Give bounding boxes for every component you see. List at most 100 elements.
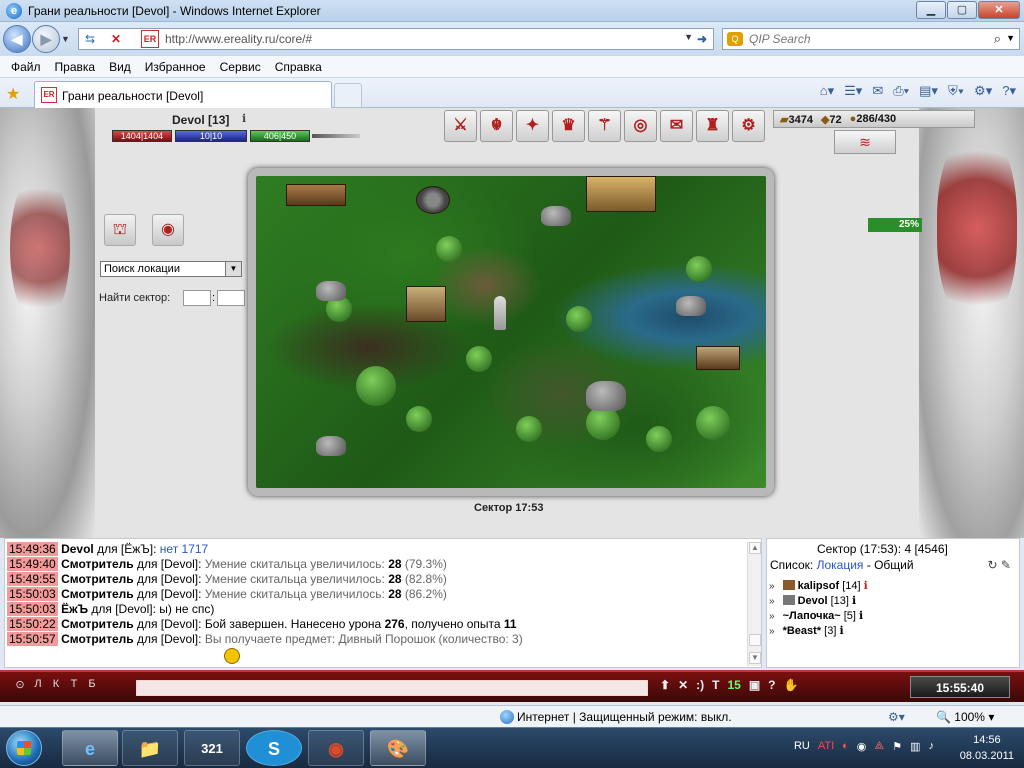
url-text[interactable]: http://www.ereality.ru/core/# [165, 32, 312, 46]
chat-filter-k[interactable]: К [50, 678, 62, 691]
chat-filter-l[interactable]: Л [32, 678, 44, 691]
taskbar-ie-icon[interactable]: e [62, 730, 118, 766]
start-button[interactable] [6, 730, 42, 766]
tower-building[interactable] [406, 286, 446, 322]
new-tab-button[interactable] [334, 83, 362, 107]
taskbar-chrome-icon[interactable]: ◉ [308, 730, 364, 766]
chat-filter-t[interactable]: Т [68, 678, 80, 691]
zoom-level[interactable]: 🔍 100% ▾ [936, 710, 994, 724]
refresh-icon[interactable]: ↻ ✎ [988, 558, 1011, 572]
menu-icon-8[interactable]: ♜ [696, 110, 729, 142]
history-dropdown-icon[interactable]: ▼ [61, 34, 70, 44]
tray-ati-icon[interactable]: ATI [818, 740, 834, 753]
language-indicator[interactable]: RU [794, 740, 810, 753]
smiley-button[interactable]: :) [696, 678, 704, 692]
hand-button[interactable]: ✋ [784, 678, 799, 692]
tray-adobe-icon[interactable]: ⟁ [874, 740, 884, 753]
chat-input[interactable] [136, 680, 648, 696]
menu-icon-3[interactable]: ✦ [516, 110, 549, 142]
system-clock[interactable]: 14:56 08.03.2011 [960, 732, 1014, 764]
tab-active[interactable]: ER Грани реальности [Devol] [34, 81, 332, 108]
clear-button[interactable]: ✕ [678, 678, 688, 692]
menu-icon-7[interactable]: ✉ [660, 110, 693, 142]
menu-edit[interactable]: Правка [48, 56, 103, 77]
red-menu-icon[interactable]: ≋ [834, 130, 896, 154]
menu-icon-6[interactable]: ◎ [624, 110, 657, 142]
menu-favorites[interactable]: Избранное [138, 56, 213, 77]
rss-icon[interactable]: ☰▾ [844, 83, 862, 99]
security-icon[interactable]: ⚙▾ [888, 710, 905, 724]
scroll-up-button[interactable]: ⬆ [660, 678, 670, 692]
sector-y-input[interactable] [217, 290, 245, 306]
player-character[interactable] [494, 296, 506, 330]
address-bar[interactable]: ⇆ ✕ ER http://www.ereality.ru/core/# ▼ ➜ [78, 28, 714, 50]
character-name[interactable]: Devol [13] [172, 113, 229, 127]
map-button-icon[interactable]: ⛫ [104, 214, 136, 246]
scroll-thumb[interactable] [749, 634, 761, 646]
home-icon[interactable]: ⌂▾ [820, 83, 834, 99]
search-icon[interactable]: ⌕ [994, 31, 1001, 47]
scroll-up-icon[interactable]: ▲ [749, 542, 761, 554]
taskbar-skype-icon[interactable]: S [246, 730, 302, 766]
search-placeholder[interactable]: QIP Search [749, 32, 811, 46]
player-row[interactable]: » *Beast* [3] ℹ [769, 624, 844, 639]
menu-help[interactable]: Справка [268, 56, 329, 77]
taskbar-paint-icon[interactable]: 🎨 [370, 730, 426, 766]
maximize-button[interactable]: ▢ [947, 1, 977, 19]
tray-flag-icon[interactable]: ⚑ [892, 740, 902, 753]
close-button[interactable]: ✕ [978, 1, 1020, 19]
menu-icon-5[interactable]: ⚚ [588, 110, 621, 142]
location-search-select[interactable]: Поиск локации ▼ [100, 261, 242, 277]
menu-tools[interactable]: Сервис [213, 56, 268, 77]
security-zone[interactable]: Интернет | Защищенный режим: выкл. [500, 710, 732, 724]
player-row[interactable]: » ~Лапочка~ [5] ℹ [769, 609, 863, 624]
tray-icon[interactable]: ◉ [857, 740, 867, 753]
help-button[interactable]: ? [768, 678, 775, 692]
list-location-link[interactable]: Локация [817, 558, 864, 572]
back-button[interactable]: ◀ [3, 25, 31, 53]
search-dropdown-icon[interactable]: ▼ [1006, 33, 1015, 43]
village-building[interactable] [286, 184, 346, 206]
go-button[interactable]: ➜ [693, 30, 711, 48]
tray-network-icon[interactable]: ▥ [910, 740, 920, 753]
chat-filter-b[interactable]: Б [86, 678, 98, 691]
sector-x-input[interactable] [183, 290, 211, 306]
compat-icon[interactable]: ⇆ [81, 31, 99, 47]
tray-opera-icon[interactable]: ◐ [842, 740, 849, 753]
menu-icon-4[interactable]: ♛ [552, 110, 585, 142]
chat-scrollbar[interactable]: ▲ ▼ [747, 542, 761, 666]
forward-button[interactable]: ▶ [32, 25, 60, 53]
cottage-building[interactable] [696, 346, 740, 370]
smiley-icon[interactable] [224, 648, 240, 664]
arena-building[interactable] [416, 186, 450, 214]
menu-file[interactable]: Файл [4, 56, 48, 77]
menu-icon-1[interactable]: ⚔ [444, 110, 477, 142]
game-map[interactable] [256, 176, 766, 488]
print-icon[interactable]: ⎙▾ [893, 83, 909, 99]
address-dropdown-icon[interactable]: ▼ [684, 32, 693, 42]
eye-button-icon[interactable]: ◉ [152, 214, 184, 246]
chat-log[interactable]: 15:49:36 Devol для [ЁжЪ]: нет 1717 15:49… [4, 538, 762, 668]
minimize-button[interactable]: ▁ [916, 1, 946, 19]
translit-button[interactable]: T [712, 678, 719, 692]
temple-building[interactable] [586, 176, 656, 212]
player-row[interactable]: » kalipsof [14] ℹ [769, 579, 868, 594]
player-row[interactable]: » Devol [13] ℹ [769, 594, 856, 609]
help-icon[interactable]: ?▾ [1002, 83, 1016, 99]
chevron-down-icon[interactable]: ▼ [225, 262, 241, 276]
taskbar-calendar-icon[interactable]: 321 [184, 730, 240, 766]
scroll-down-icon[interactable]: ▼ [749, 652, 761, 664]
info-icon[interactable]: ℹ [242, 112, 246, 125]
screenshot-button[interactable]: ▣ [749, 678, 760, 692]
menu-icon-2[interactable]: ☬ [480, 110, 513, 142]
page-icon[interactable]: ▤▾ [919, 83, 938, 99]
search-box[interactable]: Q QIP Search ⌕ ▼ [722, 28, 1020, 50]
gear-icon[interactable]: ⚙▾ [974, 83, 992, 99]
menu-icon-9[interactable]: ⚙ [732, 110, 765, 142]
safety-icon[interactable]: ⛨▾ [948, 83, 964, 99]
stop-icon[interactable]: ✕ [107, 31, 125, 47]
taskbar-explorer-icon[interactable]: 📁 [122, 730, 178, 766]
mail-icon[interactable]: ✉ [872, 83, 883, 99]
favorites-star-icon[interactable]: ★ [6, 84, 20, 104]
menu-view[interactable]: Вид [102, 56, 138, 77]
